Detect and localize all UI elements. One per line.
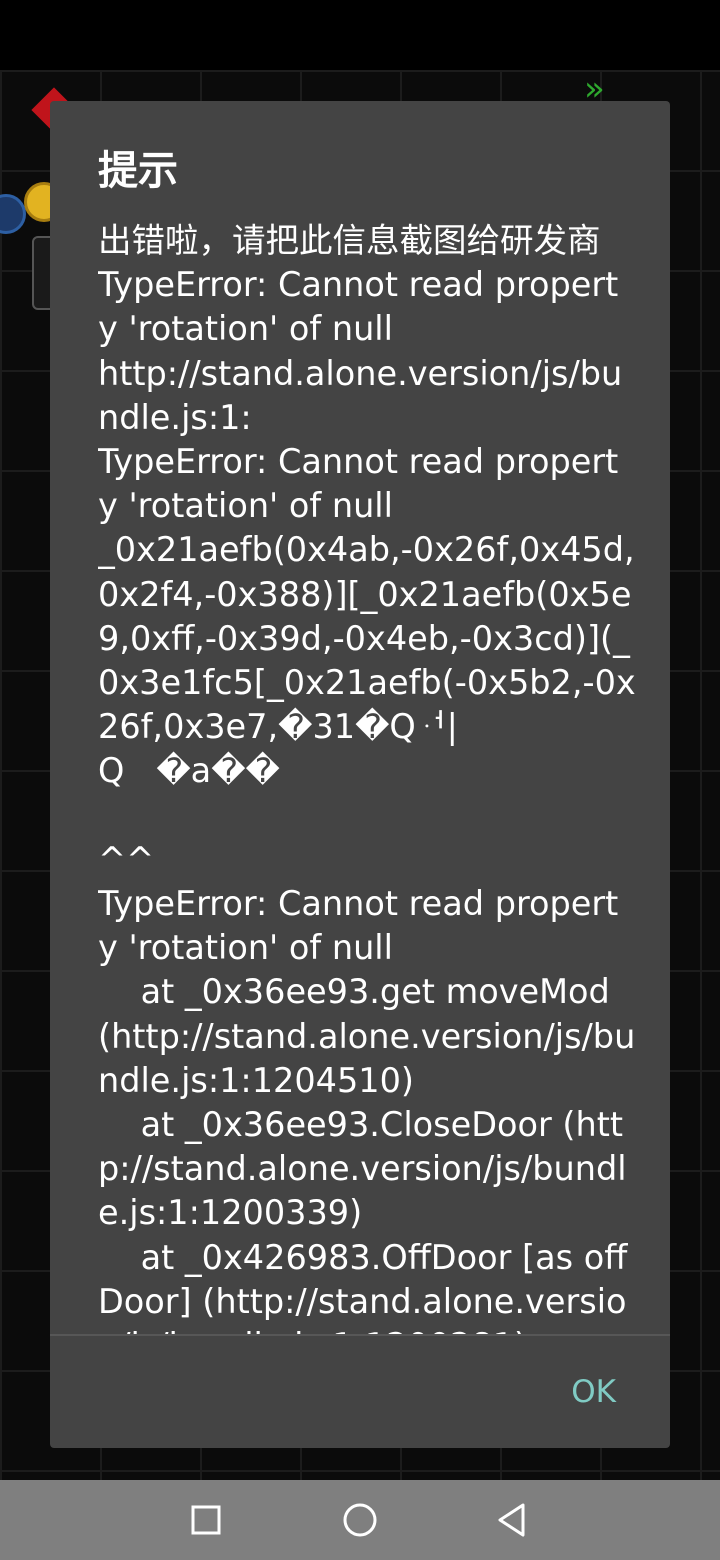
avatar	[0, 194, 26, 234]
status-bar	[0, 0, 720, 70]
navigation-bar	[0, 1480, 720, 1560]
dialog-title: 提示	[98, 148, 178, 194]
ok-button[interactable]: OK	[557, 1363, 630, 1421]
error-dialog: 提示 出错啦，请把此信息截图给研发商 TypeError: Cannot rea…	[50, 101, 670, 1448]
triangle-back-icon[interactable]	[490, 1498, 534, 1542]
chevron-right-icon: »	[584, 70, 605, 109]
dialog-divider	[50, 1334, 670, 1336]
dialog-message[interactable]: 出错啦，请把此信息截图给研发商 TypeError: Cannot read p…	[98, 219, 638, 1334]
square-recents-icon[interactable]	[184, 1498, 228, 1542]
circle-home-icon[interactable]	[338, 1498, 382, 1542]
